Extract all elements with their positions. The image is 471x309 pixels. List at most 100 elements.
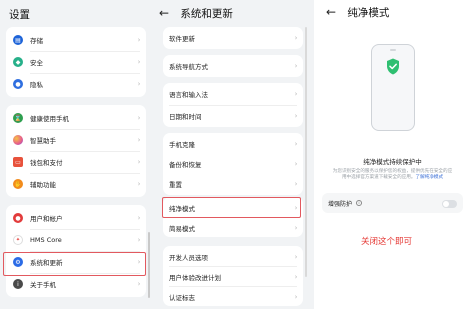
assistant-icon (13, 135, 23, 145)
chevron-right-icon: › (137, 80, 141, 88)
security-icon: ◆ (13, 57, 23, 67)
chevron-right-icon: › (294, 272, 298, 281)
settings-item-label: HMS Core (30, 236, 62, 244)
system-item-developer-options[interactable]: 开发人员选项 › (163, 247, 303, 266)
learn-more-link[interactable]: 了解纯净模式 (415, 175, 443, 180)
privacy-icon: ● (13, 79, 23, 89)
settings-card-2: ⌛ 健康使用手机 › 智慧助手 › ▭ 钱包和支付 › ✋ 辅助功能 › (6, 105, 146, 197)
settings-item-assistant[interactable]: 智慧助手 › (6, 130, 146, 150)
system-header: ← 系统和更新 (159, 6, 233, 21)
storage-icon: ▤ (13, 35, 23, 45)
chevron-right-icon: › (294, 160, 298, 168)
settings-pane: 设置 ▤ 存储 › ◆ 安全 › ● 隐私 › ⌛ 健康使用手机 › 智慧助手 … (0, 0, 152, 309)
settings-item-security[interactable]: ◆ 安全 › (6, 52, 146, 72)
settings-item-privacy[interactable]: ● 隐私 › (6, 74, 146, 94)
system-item-software-update[interactable]: 软件更新 › (163, 28, 303, 48)
pure-mode-heading: 纯净模式持续保护中 (363, 158, 422, 166)
back-arrow-icon[interactable]: ← (159, 6, 169, 20)
settings-item-wallet[interactable]: ▭ 钱包和支付 › (6, 152, 146, 172)
system-item-label: 认证标志 (169, 293, 195, 302)
phone-illustration (371, 44, 415, 131)
system-item-reset[interactable]: 重置 › (163, 174, 303, 194)
system-card-3: 语言和输入法 › 日期和时间 › (163, 83, 303, 127)
enhanced-protection-label: 增强防护 (328, 200, 353, 208)
system-item-ux-program[interactable]: 用户体验改进计划 › (163, 267, 303, 286)
settings-item-label: 安全 (30, 59, 43, 67)
scrollbar[interactable] (148, 232, 150, 298)
system-item-navigation[interactable]: 系统导航方式 › (163, 56, 303, 76)
settings-item-label: 健康使用手机 (30, 115, 69, 123)
pure-mode-description: 为您识别安全的服务以保护您的权益，提供优先在安全的应用中选择官方渠道下载安全的应… (332, 169, 453, 182)
settings-item-label: 钱包和支付 (30, 159, 63, 167)
system-item-label: 备份和恢复 (169, 161, 202, 169)
user-icon: ● (13, 213, 23, 223)
wallet-icon: ▭ (13, 157, 23, 167)
settings-item-label: 隐私 (30, 81, 43, 89)
chevron-right-icon: › (294, 292, 298, 301)
back-arrow-icon[interactable]: ← (326, 5, 336, 19)
hms-core-icon: ✦ (13, 235, 23, 245)
settings-item-label: 智慧助手 (30, 137, 56, 145)
chevron-right-icon: › (137, 158, 141, 166)
settings-item-storage[interactable]: ▤ 存储 › (6, 30, 146, 50)
system-card-4: 手机克隆 › 备份和恢复 › 重置 › (163, 133, 303, 195)
settings-item-accessibility[interactable]: ✋ 辅助功能 › (6, 174, 146, 194)
system-item-backup[interactable]: 备份和恢复 › (163, 154, 303, 174)
annotation-text: 关闭这个即可 (361, 237, 413, 247)
system-item-label: 语言和输入法 (169, 91, 208, 99)
enhanced-protection-row: 增强防护 i (322, 193, 463, 213)
shield-check-icon (387, 58, 399, 75)
system-card-2: 系统导航方式 › (163, 55, 303, 77)
chevron-right-icon: › (137, 114, 141, 122)
chevron-right-icon: › (137, 58, 141, 66)
system-title: 系统和更新 (180, 8, 233, 20)
settings-item-about-phone[interactable]: i 关于手机 › (6, 274, 146, 294)
scrollbar[interactable] (305, 27, 307, 277)
chevron-right-icon: › (294, 180, 298, 188)
chevron-right-icon: › (294, 34, 298, 42)
pure-mode-header: ← 纯净模式 (326, 5, 389, 20)
settings-title: 设置 (9, 9, 30, 21)
accessibility-icon: ✋ (13, 179, 23, 189)
system-item-label: 重置 (169, 181, 182, 189)
system-update-pane: ← 系统和更新 软件更新 › 系统导航方式 › 语言和输入法 › 日期和时间 ›… (157, 0, 308, 309)
chevron-right-icon: › (137, 180, 141, 188)
settings-item-label: 辅助功能 (30, 181, 56, 189)
chevron-right-icon: › (137, 236, 141, 244)
settings-card-3: ● 用户和帐户 › ✦ HMS Core › ⚙ 系统和更新 › i 关于手机 … (6, 205, 146, 297)
settings-item-label: 存储 (30, 37, 43, 45)
system-item-date-time[interactable]: 日期和时间 › (163, 106, 303, 126)
system-item-label: 简易模式 (169, 224, 195, 233)
settings-item-label: 用户和帐户 (30, 215, 63, 223)
system-item-label: 开发人员选项 (169, 253, 208, 262)
settings-item-hms-core[interactable]: ✦ HMS Core › (6, 230, 146, 250)
info-icon[interactable]: i (356, 200, 363, 206)
chevron-right-icon: › (294, 90, 298, 98)
chevron-right-icon: › (294, 140, 298, 148)
chevron-right-icon: › (294, 252, 298, 261)
toggle-knob (443, 200, 449, 207)
settings-item-label: 关于手机 (30, 281, 56, 289)
about-phone-icon: i (13, 279, 23, 289)
health-icon: ⌛ (13, 113, 23, 123)
chevron-right-icon: › (137, 36, 141, 44)
settings-item-users[interactable]: ● 用户和帐户 › (6, 208, 146, 228)
highlight-system-update (3, 252, 146, 276)
enhanced-protection-toggle[interactable] (442, 199, 457, 208)
chevron-right-icon: › (294, 223, 298, 232)
system-card-1: 软件更新 › (163, 27, 303, 49)
system-item-language[interactable]: 语言和输入法 › (163, 84, 303, 104)
system-item-label: 手机克隆 (169, 141, 195, 149)
system-item-simple-mode[interactable]: 简易模式 › (163, 218, 303, 237)
chevron-right-icon: › (137, 280, 141, 288)
system-item-phone-clone[interactable]: 手机克隆 › (163, 134, 303, 154)
chevron-right-icon: › (137, 136, 141, 144)
system-item-certification[interactable]: 认证标志 › (163, 287, 303, 306)
system-item-label: 日期和时间 (169, 113, 202, 121)
system-item-label: 软件更新 (169, 35, 195, 43)
pure-mode-pane: ← 纯净模式 纯净模式持续保护中 为您识别安全的服务以保护您的权益，提供优先在安… (314, 0, 471, 309)
settings-item-health[interactable]: ⌛ 健康使用手机 › (6, 108, 146, 128)
pure-mode-title: 纯净模式 (347, 7, 390, 19)
chevron-right-icon: › (137, 214, 141, 222)
system-card-6: 开发人员选项 › 用户体验改进计划 › 认证标志 › (163, 246, 303, 306)
